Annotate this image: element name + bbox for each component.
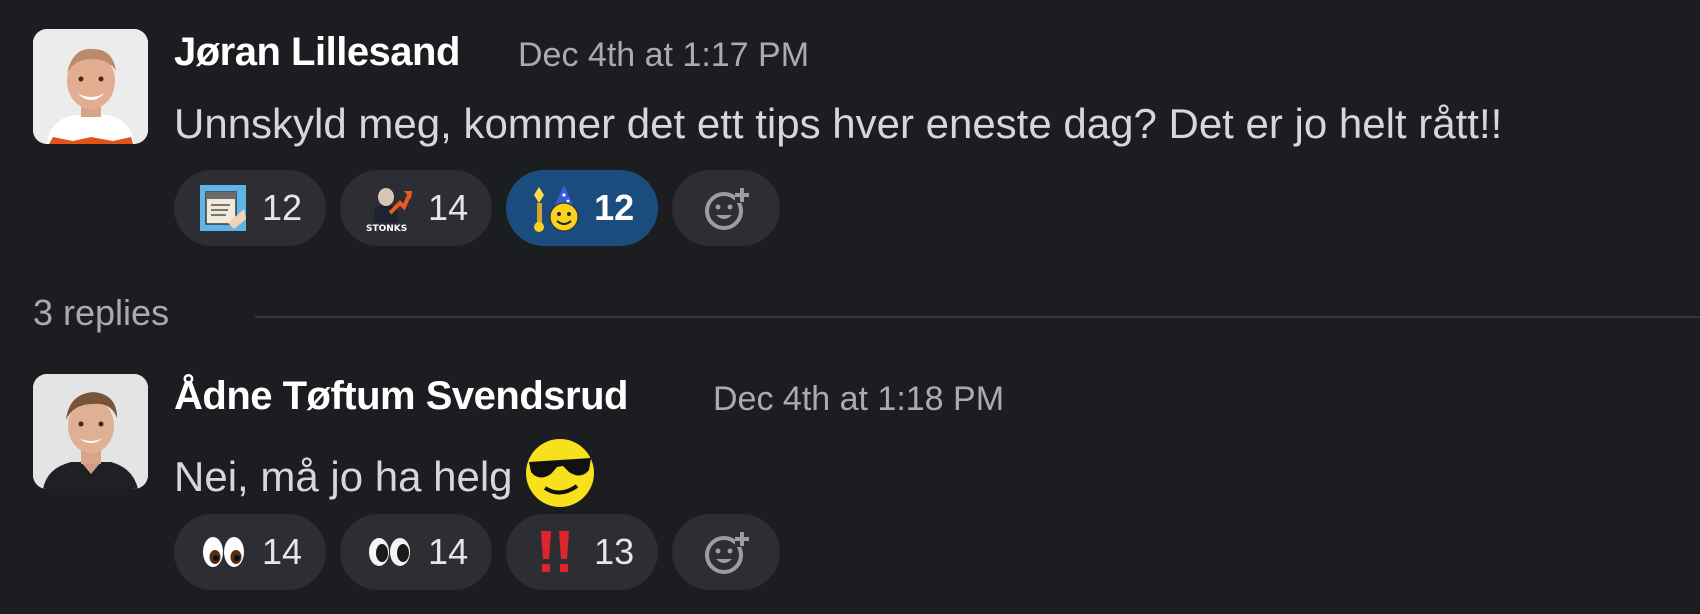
add-reaction-icon xyxy=(705,531,750,574)
reaction-count: 13 xyxy=(594,531,635,572)
party-wizard-emoji-icon xyxy=(534,185,579,232)
avatar[interactable] xyxy=(33,29,148,144)
author-name[interactable]: Jøran Lillesand xyxy=(174,30,460,75)
stonks-emoji-icon: STONKS xyxy=(366,188,413,233)
reaction-count: 12 xyxy=(594,187,635,228)
reaction-pill[interactable]: 12 xyxy=(174,170,327,246)
reaction-pill[interactable]: 13 xyxy=(506,514,659,590)
replies-count[interactable]: 3 replies xyxy=(33,292,169,334)
message-text-content: Nei, må jo ha helg xyxy=(174,453,513,500)
author-name[interactable]: Ådne Tøftum Svendsrud xyxy=(174,374,628,419)
reactions: 14 14 13 xyxy=(174,514,781,590)
reaction-pill[interactable]: 14 xyxy=(174,514,327,590)
reaction-count: 12 xyxy=(262,187,303,228)
double-exclamation-emoji-icon xyxy=(541,531,570,572)
reaction-count: 14 xyxy=(262,531,303,572)
message-text: Unnskyld meg, kommer det ett tips hver e… xyxy=(174,100,1503,147)
add-reaction-icon xyxy=(705,187,750,230)
reaction-count: 14 xyxy=(428,531,469,572)
reaction-pill[interactable]: STONKS 14 xyxy=(340,170,493,246)
eyes-alt-emoji-icon xyxy=(369,538,411,566)
divider-line xyxy=(255,316,1700,318)
avatar[interactable] xyxy=(33,374,148,489)
reactions: 12 STONKS 14 12 xyxy=(174,170,781,246)
document-emoji-icon xyxy=(200,185,246,231)
eyes-emoji-icon xyxy=(203,537,244,567)
svg-text:STONKS: STONKS xyxy=(366,224,407,233)
reaction-pill[interactable]: 14 xyxy=(340,514,493,590)
reaction-pill-selected[interactable]: 12 xyxy=(506,170,659,246)
add-reaction-button[interactable] xyxy=(672,514,781,590)
thread-replies-divider: 3 replies xyxy=(33,292,1700,342)
cool-sunglasses-emoji-icon xyxy=(525,439,594,507)
timestamp[interactable]: Dec 4th at 1:18 PM xyxy=(713,380,1004,419)
timestamp[interactable]: Dec 4th at 1:17 PM xyxy=(518,36,809,75)
reaction-count: 14 xyxy=(428,187,469,228)
add-reaction-button[interactable] xyxy=(672,170,781,246)
message-text: Nei, må jo ha helg xyxy=(174,439,597,510)
